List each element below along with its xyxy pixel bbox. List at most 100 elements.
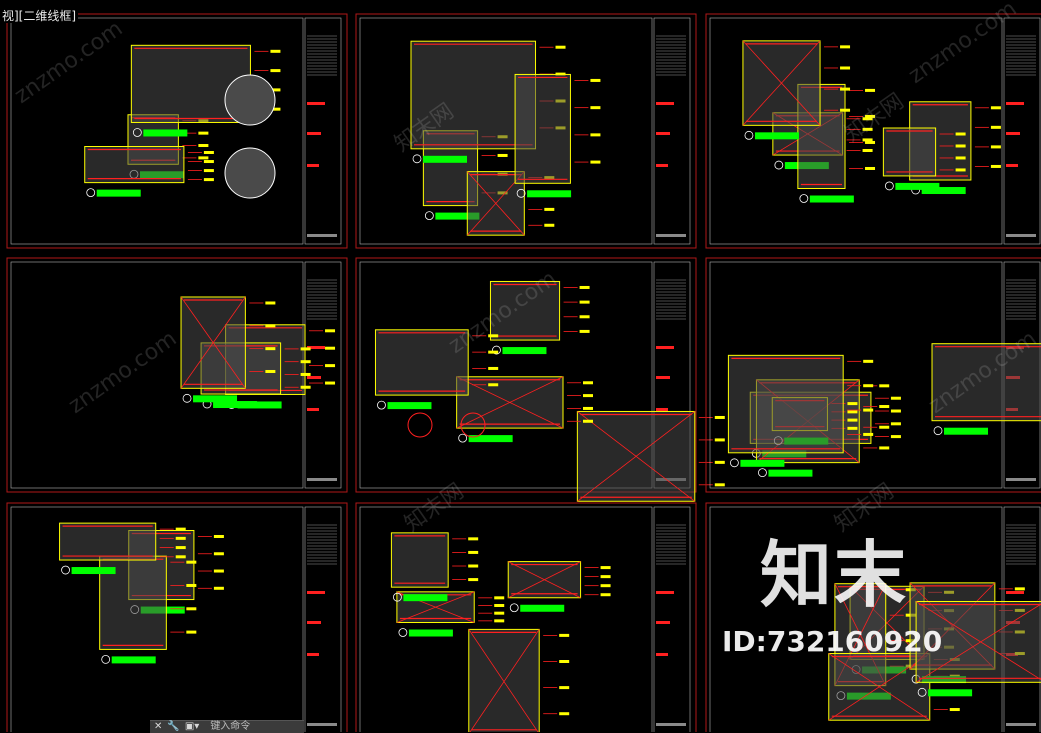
dimension-text bbox=[265, 301, 276, 305]
dimension-text bbox=[203, 178, 214, 182]
detail-marker bbox=[61, 565, 70, 575]
dimension-text bbox=[468, 537, 479, 541]
detail-marker bbox=[424, 211, 434, 220]
title-block-mark bbox=[656, 376, 670, 379]
title-block-mark bbox=[656, 132, 670, 135]
title-block-text bbox=[1006, 723, 1036, 726]
close-icon[interactable]: ✕ bbox=[154, 721, 162, 733]
command-prompt-icon[interactable]: ▣▾ bbox=[185, 721, 199, 733]
dimension-text bbox=[847, 426, 858, 430]
detail-title-label bbox=[502, 347, 547, 355]
dimension-text bbox=[955, 144, 966, 148]
viewport-style-label[interactable]: 视][二维线框] bbox=[0, 9, 79, 23]
dimension-text bbox=[582, 406, 593, 410]
detail-title-label bbox=[71, 567, 116, 575]
dimension-text bbox=[582, 381, 593, 385]
drawing-sheet bbox=[6, 502, 348, 732]
detail-title-label bbox=[143, 129, 188, 137]
dimension-text bbox=[579, 300, 590, 304]
dimension-text bbox=[600, 584, 611, 588]
dimension-text bbox=[990, 164, 1001, 168]
dimension-text bbox=[265, 324, 276, 328]
dimension-text bbox=[579, 285, 590, 289]
dimension-text bbox=[714, 415, 725, 419]
title-block-mark bbox=[307, 102, 325, 105]
dimension-text bbox=[468, 564, 479, 568]
dimension-text bbox=[300, 347, 311, 351]
title-block-text bbox=[1006, 478, 1036, 481]
dimension-text bbox=[488, 383, 499, 387]
dimension-text bbox=[890, 409, 901, 413]
dimension-text bbox=[175, 536, 186, 540]
dimension-text bbox=[300, 360, 311, 364]
dimension-text bbox=[847, 402, 858, 406]
dimension-text bbox=[890, 422, 901, 426]
detail-title-label bbox=[809, 195, 854, 203]
dimension-text bbox=[494, 619, 505, 623]
detail-marker bbox=[884, 181, 894, 191]
dimension-text bbox=[494, 611, 505, 615]
detail-body bbox=[391, 532, 449, 588]
dimension-text bbox=[600, 566, 611, 570]
detail-marker bbox=[101, 655, 111, 664]
dimension-text bbox=[186, 560, 197, 564]
dimension-text bbox=[847, 410, 858, 414]
title-block-text bbox=[656, 723, 686, 726]
detail-title-label bbox=[403, 594, 448, 602]
dimension-text bbox=[590, 133, 601, 137]
dimension-text bbox=[555, 45, 566, 49]
title-block-mark bbox=[307, 376, 321, 379]
dimension-text bbox=[494, 596, 505, 600]
dimension-text bbox=[863, 432, 874, 436]
wrench-icon[interactable]: 🔧 bbox=[167, 721, 179, 733]
detail-body bbox=[59, 523, 156, 561]
detail-title-label bbox=[423, 155, 468, 163]
detail-title-label bbox=[928, 689, 973, 697]
dimension-text bbox=[600, 593, 611, 597]
dimension-text bbox=[1014, 587, 1025, 591]
command-input[interactable]: 键入命令 bbox=[210, 721, 250, 733]
dimension-text bbox=[559, 633, 570, 637]
dimension-text bbox=[203, 169, 214, 173]
dimension-text bbox=[544, 223, 555, 227]
title-block-mark bbox=[656, 164, 668, 167]
dimension-text bbox=[175, 527, 186, 531]
dimension-text bbox=[879, 405, 890, 409]
title-block-text bbox=[656, 234, 686, 237]
dimension-text bbox=[559, 660, 570, 664]
dimension-text bbox=[186, 630, 197, 634]
dimension-text bbox=[175, 555, 186, 559]
detail-marker bbox=[182, 393, 192, 403]
dimension-text bbox=[579, 315, 590, 319]
dimension-text bbox=[865, 88, 876, 92]
dimension-text bbox=[840, 87, 851, 91]
basin-circle bbox=[407, 412, 433, 438]
dimension-text bbox=[879, 425, 890, 429]
detail-title-label bbox=[768, 469, 813, 477]
title-block-mark bbox=[656, 653, 668, 656]
dimension-text bbox=[559, 686, 570, 690]
dimension-text bbox=[186, 607, 197, 611]
dimension-text bbox=[325, 381, 336, 385]
dimension-text bbox=[879, 446, 890, 450]
detail-marker bbox=[774, 160, 784, 170]
detail-marker bbox=[799, 194, 809, 203]
detail-body bbox=[84, 146, 184, 183]
title-block bbox=[304, 506, 342, 732]
detail-title-label bbox=[387, 402, 432, 410]
title-block-text bbox=[307, 234, 337, 237]
dimension-text bbox=[955, 132, 966, 136]
title-block-mark bbox=[1006, 132, 1020, 135]
detail-title-label bbox=[408, 629, 453, 637]
dimension-text bbox=[840, 66, 851, 70]
dimension-text bbox=[582, 394, 593, 398]
dimension-text bbox=[198, 131, 209, 135]
title-block-mark bbox=[307, 653, 319, 656]
title-block-mark bbox=[656, 408, 668, 411]
command-line-bar[interactable]: ✕ 🔧 ▣▾ 键入命令 bbox=[150, 720, 304, 733]
detail-title-label bbox=[944, 427, 989, 435]
detail-marker bbox=[744, 130, 754, 140]
dimension-text bbox=[468, 550, 479, 554]
detail-marker bbox=[730, 458, 739, 468]
circle-detail bbox=[224, 147, 276, 199]
